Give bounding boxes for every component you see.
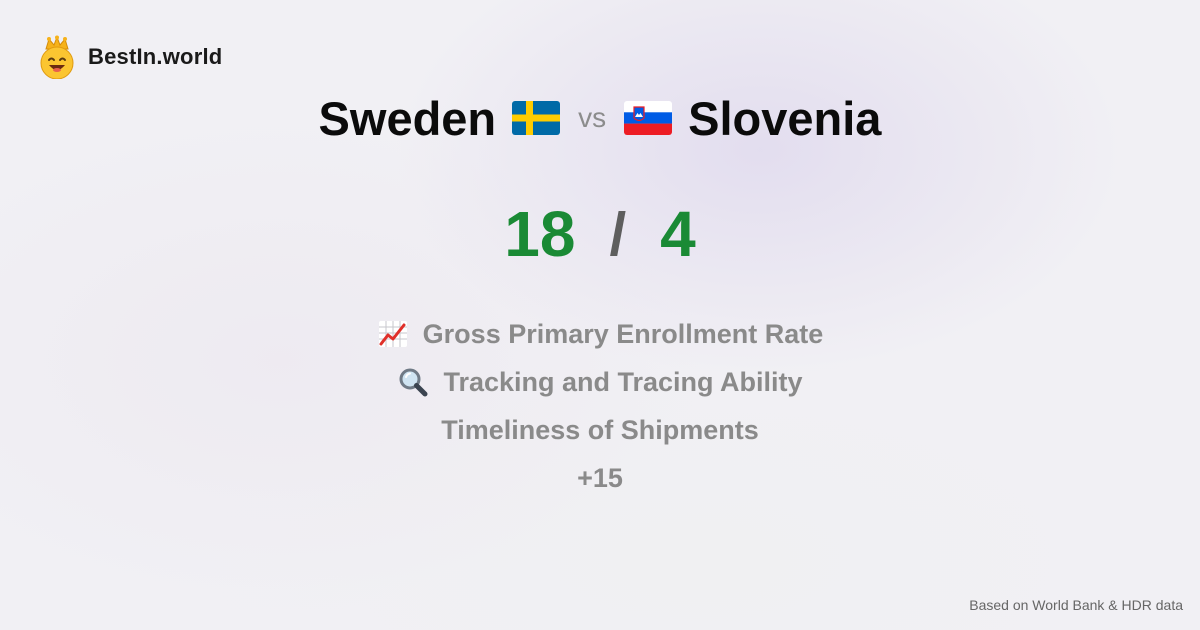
crowned-smiley-icon <box>40 35 74 79</box>
metric-item: Gross Primary Enrollment Rate <box>377 310 824 358</box>
right-country-name: Slovenia <box>688 91 882 145</box>
sweden-flag-icon <box>512 101 561 135</box>
metric-item: Tracking and Tracing Ability <box>397 358 803 406</box>
metric-label: Timeliness of Shipments <box>441 414 759 445</box>
comparison-title: Sweden vs Slovenia <box>0 88 1200 148</box>
right-score: 4 <box>660 198 696 270</box>
magnifying-glass-icon <box>399 368 428 397</box>
more-count: +15 <box>577 462 623 493</box>
brand-name: BestIn.world <box>88 44 223 69</box>
vs-label: vs <box>578 102 607 133</box>
score-separator: / <box>609 200 627 268</box>
source-note: Based on World Bank & HDR data <box>969 597 1183 613</box>
metric-label: Gross Primary Enrollment Rate <box>422 318 824 349</box>
left-country-name: Sweden <box>318 91 497 145</box>
metric-label: Tracking and Tracing Ability <box>443 366 803 397</box>
score-display: 18 / 4 <box>0 196 1200 272</box>
chart-increasing-icon <box>378 321 407 347</box>
metric-list: Gross Primary Enrollment Rate Tracking a… <box>0 310 1200 502</box>
metric-item: Timeliness of Shipments <box>441 406 759 454</box>
slovenia-flag-icon <box>624 101 673 135</box>
left-score: 18 <box>504 198 576 270</box>
brand[interactable]: BestIn.world <box>38 35 222 79</box>
